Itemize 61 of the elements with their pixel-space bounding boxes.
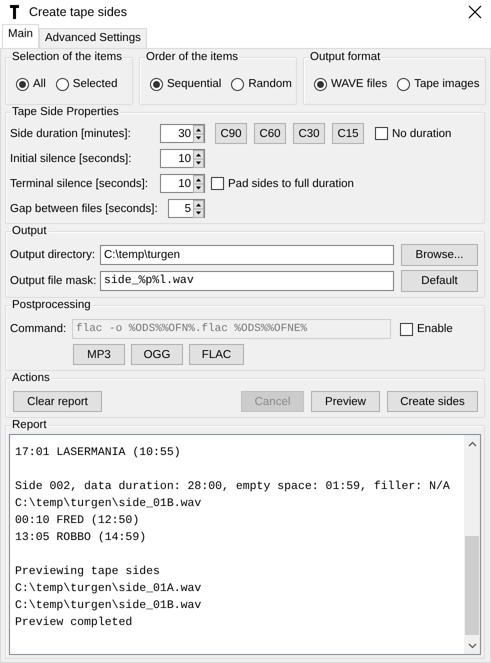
spin-arrows-icon[interactable] <box>193 150 204 168</box>
spin-box[interactable]: 5 <box>168 199 205 218</box>
field-label: Terminal silence [seconds]: <box>10 178 150 190</box>
field-label: Initial silence [seconds]: <box>10 152 132 164</box>
radio-button[interactable]: Selected <box>56 78 118 90</box>
report-line: C:\temp\turgen\side_01B.wav <box>15 598 202 614</box>
button[interactable]: MP3 <box>73 344 125 365</box>
button[interactable]: C15 <box>332 123 364 144</box>
checkbox[interactable]: Pad sides to full duration <box>211 177 354 190</box>
scrollbar[interactable] <box>464 435 480 654</box>
group-title: Postprocessing <box>11 298 92 313</box>
button[interactable]: C60 <box>254 123 286 144</box>
checkbox[interactable]: No duration <box>375 127 452 140</box>
checkbox[interactable]: Enable <box>400 322 478 336</box>
input-field: flac -o %ODS%%OFN%.flac %ODS%%OFNE% <box>72 319 391 339</box>
field-label: Gap between files [seconds]: <box>10 202 159 214</box>
report-line: Side 002, data duration: 28:00, empty space: 01:59, filler: N/A <box>15 479 451 495</box>
button[interactable]: Clear report <box>13 391 102 412</box>
group-title: Report <box>11 418 48 433</box>
report-line: Previewing tape sides <box>15 564 161 580</box>
spin-box[interactable]: 10 <box>160 174 205 193</box>
spin-box[interactable]: 30 <box>160 124 205 143</box>
button[interactable]: FLAC <box>189 344 244 365</box>
radio-button[interactable]: Tape images <box>397 78 480 90</box>
field-label: Output file mask: <box>10 275 96 287</box>
input-field[interactable]: C:\temp\turgen <box>100 245 394 265</box>
group-title: Output <box>11 224 48 239</box>
spin-arrows-icon[interactable] <box>193 124 204 142</box>
button[interactable]: OGG <box>131 344 183 365</box>
button[interactable]: Preview <box>311 391 380 412</box>
button[interactable]: Create sides <box>387 391 478 412</box>
radio-button[interactable]: Sequential <box>150 78 222 90</box>
group-title: Output format <box>309 50 382 65</box>
report-line: C:\temp\turgen\side_01B.wav <box>15 496 202 512</box>
app-logo-icon <box>10 5 19 19</box>
field-label: Side duration [minutes]: <box>10 128 132 140</box>
report-line: Preview completed <box>15 615 134 631</box>
button: Cancel <box>241 391 304 412</box>
field-label: Command: <box>10 323 68 335</box>
report-line: 00:10 FRED (12:50) <box>15 513 140 529</box>
radio-button[interactable]: WAVE files <box>314 78 388 90</box>
group-title: Tape Side Properties <box>11 105 120 120</box>
report-line: 13:05 ROBBO (14:59) <box>15 530 148 546</box>
button[interactable]: C90 <box>215 123 247 144</box>
button[interactable]: Default <box>401 270 478 292</box>
field-label: Output directory: <box>10 249 96 261</box>
report-line: C:\temp\turgen\side_01A.wav <box>15 581 202 597</box>
button[interactable]: Browse... <box>401 244 478 266</box>
window-title: Create tape sides <box>29 5 128 19</box>
close-button[interactable] <box>467 4 483 20</box>
tab[interactable]: Advanced Settings <box>38 28 147 48</box>
radio-button[interactable]: Random <box>231 78 292 90</box>
radio-button[interactable]: All <box>16 78 46 90</box>
button[interactable]: C30 <box>293 123 325 144</box>
tab[interactable]: Main <box>2 24 39 48</box>
report-line: 17:01 LASERMANIA (10:55) <box>15 445 182 461</box>
spin-arrows-icon[interactable] <box>193 174 204 192</box>
input-field[interactable]: side_%p%l.wav <box>100 271 394 291</box>
scroll-thumb[interactable] <box>465 536 479 635</box>
spin-arrows-icon[interactable] <box>193 200 204 218</box>
spin-box[interactable]: 10 <box>160 149 205 168</box>
